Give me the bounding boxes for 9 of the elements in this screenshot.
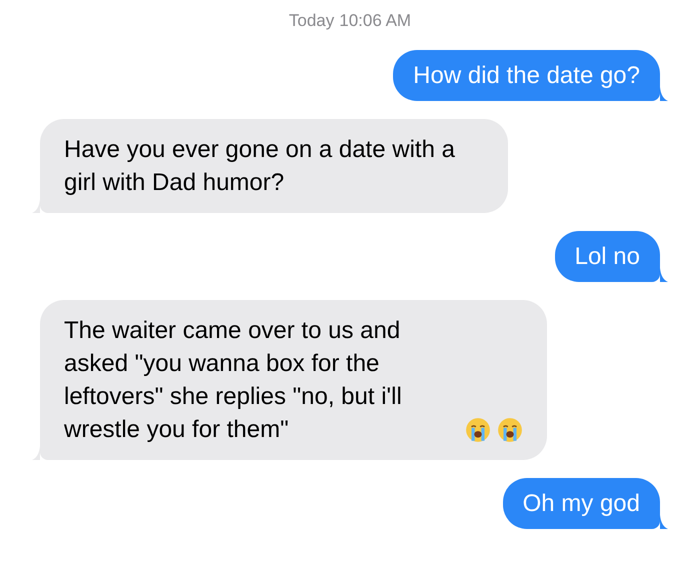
crying-face-icon xyxy=(465,416,491,442)
timestamp-day: Today xyxy=(288,8,334,34)
timestamp-time: 10:06 AM xyxy=(339,10,412,32)
crying-face-icon xyxy=(497,416,523,442)
message-text: How did the date go? xyxy=(413,60,640,90)
message-text: Oh my god xyxy=(522,488,640,518)
message-text: Lol no xyxy=(574,242,640,272)
message-text: The waiter came over to us and asked "you wanna box for the leftovers" she replies "no, but i'll wrestle you for them" xyxy=(64,316,403,444)
message-text: Have you ever gone on a date with a girl with Dad humor? xyxy=(64,134,456,198)
